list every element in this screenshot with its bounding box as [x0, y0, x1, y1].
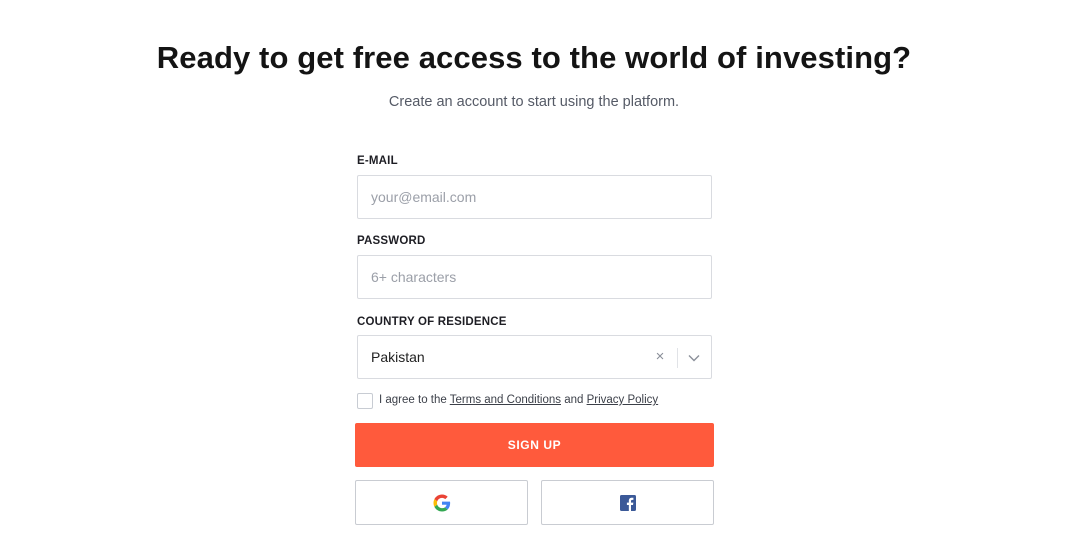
email-input[interactable] — [358, 176, 711, 218]
password-input[interactable] — [358, 256, 711, 298]
email-label: E-MAIL — [357, 155, 398, 167]
agree-checkbox[interactable] — [357, 393, 373, 409]
page-subtitle: Create an account to start using the pla… — [388, 94, 680, 110]
agreement-prefix: I agree to the — [379, 394, 450, 406]
password-field-wrapper — [357, 255, 712, 299]
agreement-text: I agree to the Terms and Conditions and … — [379, 394, 658, 406]
clear-icon[interactable]: × — [653, 348, 667, 366]
country-label: COUNTRY OF RESIDENCE — [357, 316, 507, 328]
privacy-link[interactable]: Privacy Policy — [587, 394, 659, 406]
facebook-icon — [619, 494, 636, 511]
agreement-row: I agree to the Terms and Conditions and … — [357, 393, 712, 410]
agreement-middle: and — [561, 394, 587, 406]
signup-button[interactable]: SIGN UP — [355, 423, 714, 467]
select-divider — [677, 348, 678, 368]
page-title: Ready to get free access to the world of… — [156, 40, 912, 75]
google-signin-button[interactable] — [355, 480, 528, 525]
google-icon — [433, 494, 450, 511]
chevron-down-icon[interactable] — [687, 351, 701, 365]
facebook-signin-button[interactable] — [541, 480, 714, 525]
country-select[interactable]: Pakistan × — [357, 335, 712, 379]
password-label: PASSWORD — [357, 235, 426, 247]
terms-link[interactable]: Terms and Conditions — [450, 394, 561, 406]
email-field-wrapper — [357, 175, 712, 219]
country-selected-value: Pakistan — [371, 349, 425, 365]
